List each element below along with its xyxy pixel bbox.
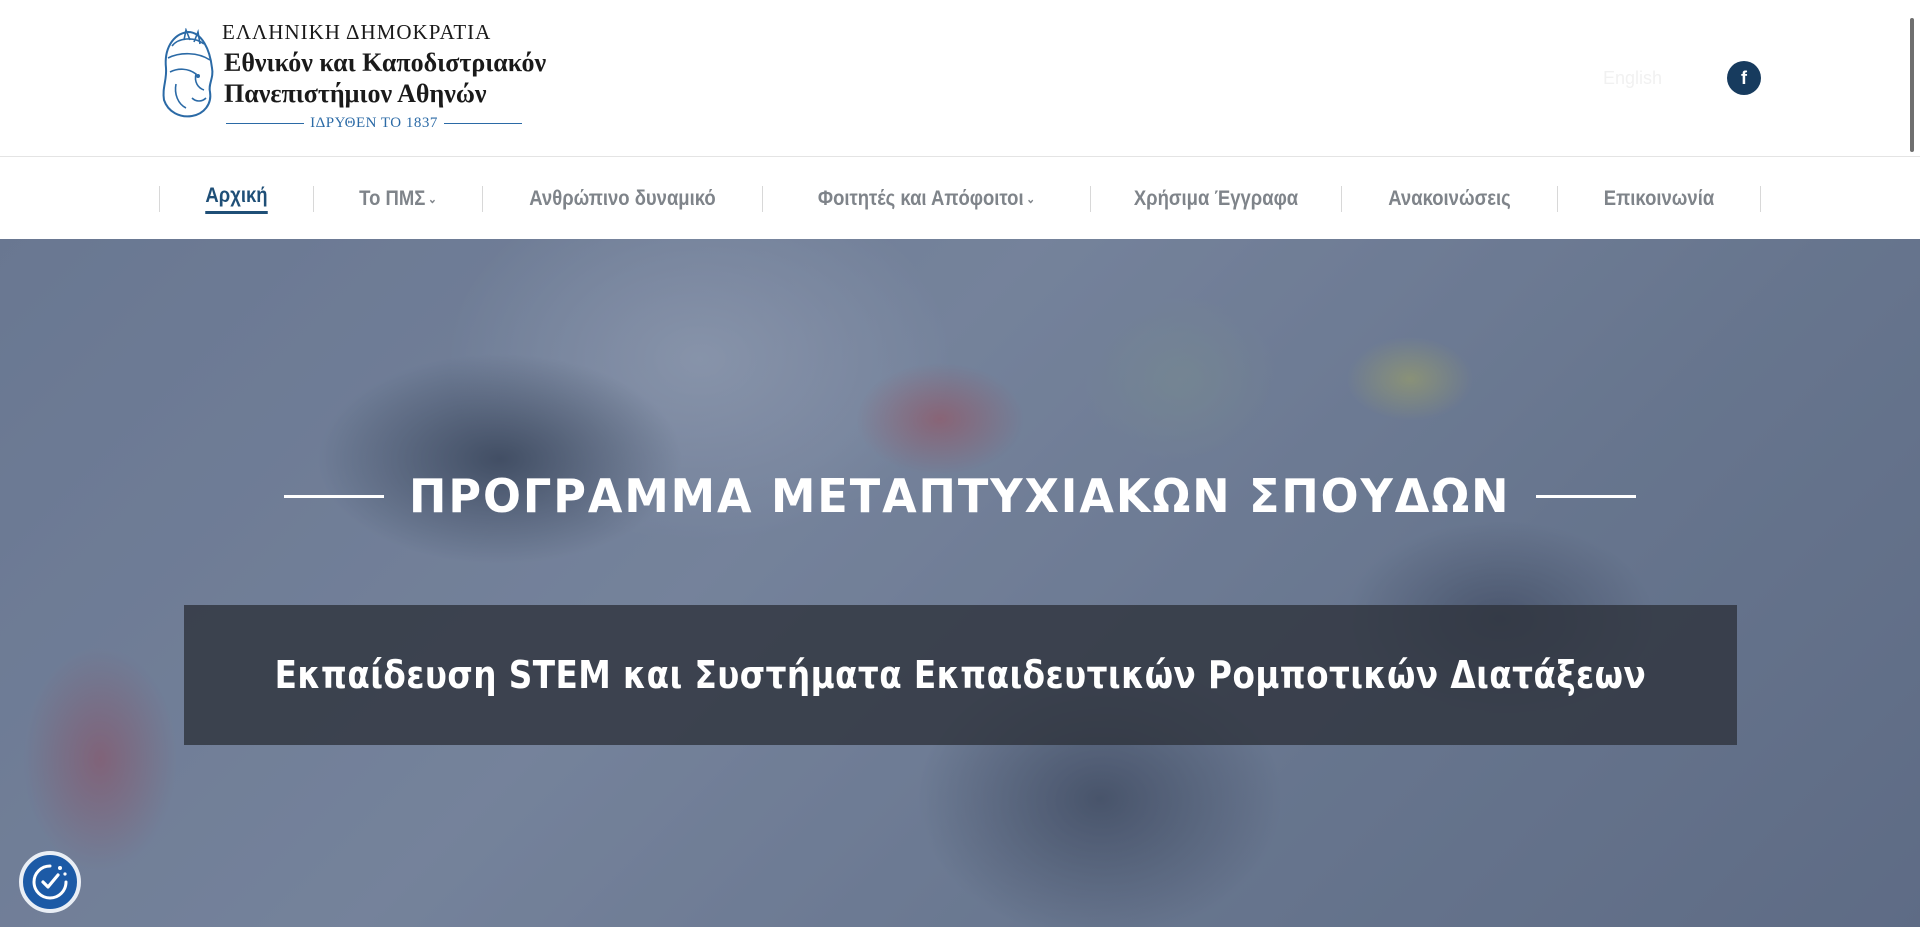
accessibility-icon[interactable] — [19, 851, 81, 913]
nav-list: Αρχική Το ΠΜΣ ⌄ Ανθρώπινο δυναμικό Φοιτη… — [159, 184, 1761, 214]
nav-label: Ανθρώπινο δυναμικό — [529, 187, 716, 210]
nav-separator — [762, 186, 763, 212]
language-switch-link[interactable]: English — [1603, 68, 1662, 89]
nav-separator — [159, 186, 160, 212]
facebook-icon[interactable]: f — [1727, 61, 1761, 95]
university-logo[interactable]: ΕΛΛΗΝΙΚΗ ΔΗΜΟΚΡΑΤΙΑ Εθνικόν και Καποδιστ… — [158, 18, 598, 136]
logo-rule-right — [443, 123, 523, 124]
nav-separator — [482, 186, 483, 212]
logo-rule-left — [226, 123, 305, 124]
chevron-down-icon: ⌄ — [1026, 192, 1036, 206]
hero-title: ΠΡΟΓΡΑΜΜΑ ΜΕΤΑΠΤΥΧΙΑΚΩΝ ΣΠΟΥΔΩΝ — [409, 469, 1511, 523]
nav-label: Φοιτητές και Απόφοιτοι — [817, 187, 1024, 210]
facebook-letter: f — [1741, 67, 1747, 88]
nav-separator — [1760, 186, 1761, 212]
nav-separator — [313, 186, 314, 212]
logo-founded: ΙΔΡΥΘΕΝ ΤΟ 1837 — [226, 115, 523, 132]
logo-line-republic: ΕΛΛΗΝΙΚΗ ΔΗΜΟΚΡΑΤΙΑ — [222, 20, 492, 44]
athena-head-icon — [162, 28, 214, 118]
nav-item-staff[interactable]: Ανθρώπινο δυναμικό — [500, 186, 746, 212]
main-navigation: Αρχική Το ΠΜΣ ⌄ Ανθρώπινο δυναμικό Φοιτη… — [0, 158, 1920, 239]
hero-rule-left — [284, 494, 385, 498]
scrollbar-thumb[interactable] — [1910, 18, 1914, 152]
nav-label: Επικοινωνία — [1603, 187, 1715, 210]
nav-separator — [1341, 186, 1342, 212]
hero-rule-right — [1535, 494, 1636, 498]
hero-subtitle: Εκπαίδευση STEM και Συστήματα Εκπαιδευτι… — [274, 653, 1647, 697]
nav-label: Χρήσιμα Έγγραφα — [1133, 187, 1299, 210]
logo-line-university-1: Εθνικόν και Καποδιστριακόν — [224, 48, 547, 77]
nav-separator — [1557, 186, 1558, 212]
nav-item-contact[interactable]: Επικοινωνία — [1570, 186, 1748, 212]
logo-founded-text: ΙΔΡΥΘΕΝ ΤΟ 1837 — [310, 115, 438, 131]
nav-item-announcements[interactable]: Ανακοινώσεις — [1355, 186, 1544, 212]
hero-overlay — [0, 239, 1920, 927]
accessibility-glyph — [32, 864, 68, 900]
top-header: ΕΛΛΗΝΙΚΗ ΔΗΜΟΚΡΑΤΙΑ Εθνικόν και Καποδιστ… — [0, 0, 1920, 157]
nav-separator — [1090, 186, 1091, 212]
hero-subtitle-band: Εκπαίδευση STEM και Συστήματα Εκπαιδευτι… — [184, 605, 1737, 745]
chevron-down-icon: ⌄ — [427, 192, 437, 206]
hero-title-row: ΠΡΟΓΡΑΜΜΑ ΜΕΤΑΠΤΥΧΙΑΚΩΝ ΣΠΟΥΔΩΝ — [0, 469, 1920, 523]
nav-item-home[interactable]: Αρχική — [169, 184, 304, 214]
nav-item-documents[interactable]: Χρήσιμα Έγγραφα — [1106, 186, 1326, 212]
logo-line-university-2: Πανεπιστήμιον Αθηνών — [224, 79, 487, 108]
nav-label: Αρχική — [205, 184, 268, 214]
nav-item-program[interactable]: Το ΠΜΣ ⌄ — [324, 186, 472, 212]
hero-banner: ΠΡΟΓΡΑΜΜΑ ΜΕΤΑΠΤΥΧΙΑΚΩΝ ΣΠΟΥΔΩΝ Εκπαίδευ… — [0, 239, 1920, 927]
nav-label: Το ΠΜΣ — [359, 187, 426, 210]
nav-label: Ανακοινώσεις — [1388, 187, 1511, 210]
nav-item-students[interactable]: Φοιτητές και Απόφοιτοι ⌄ — [783, 186, 1071, 212]
